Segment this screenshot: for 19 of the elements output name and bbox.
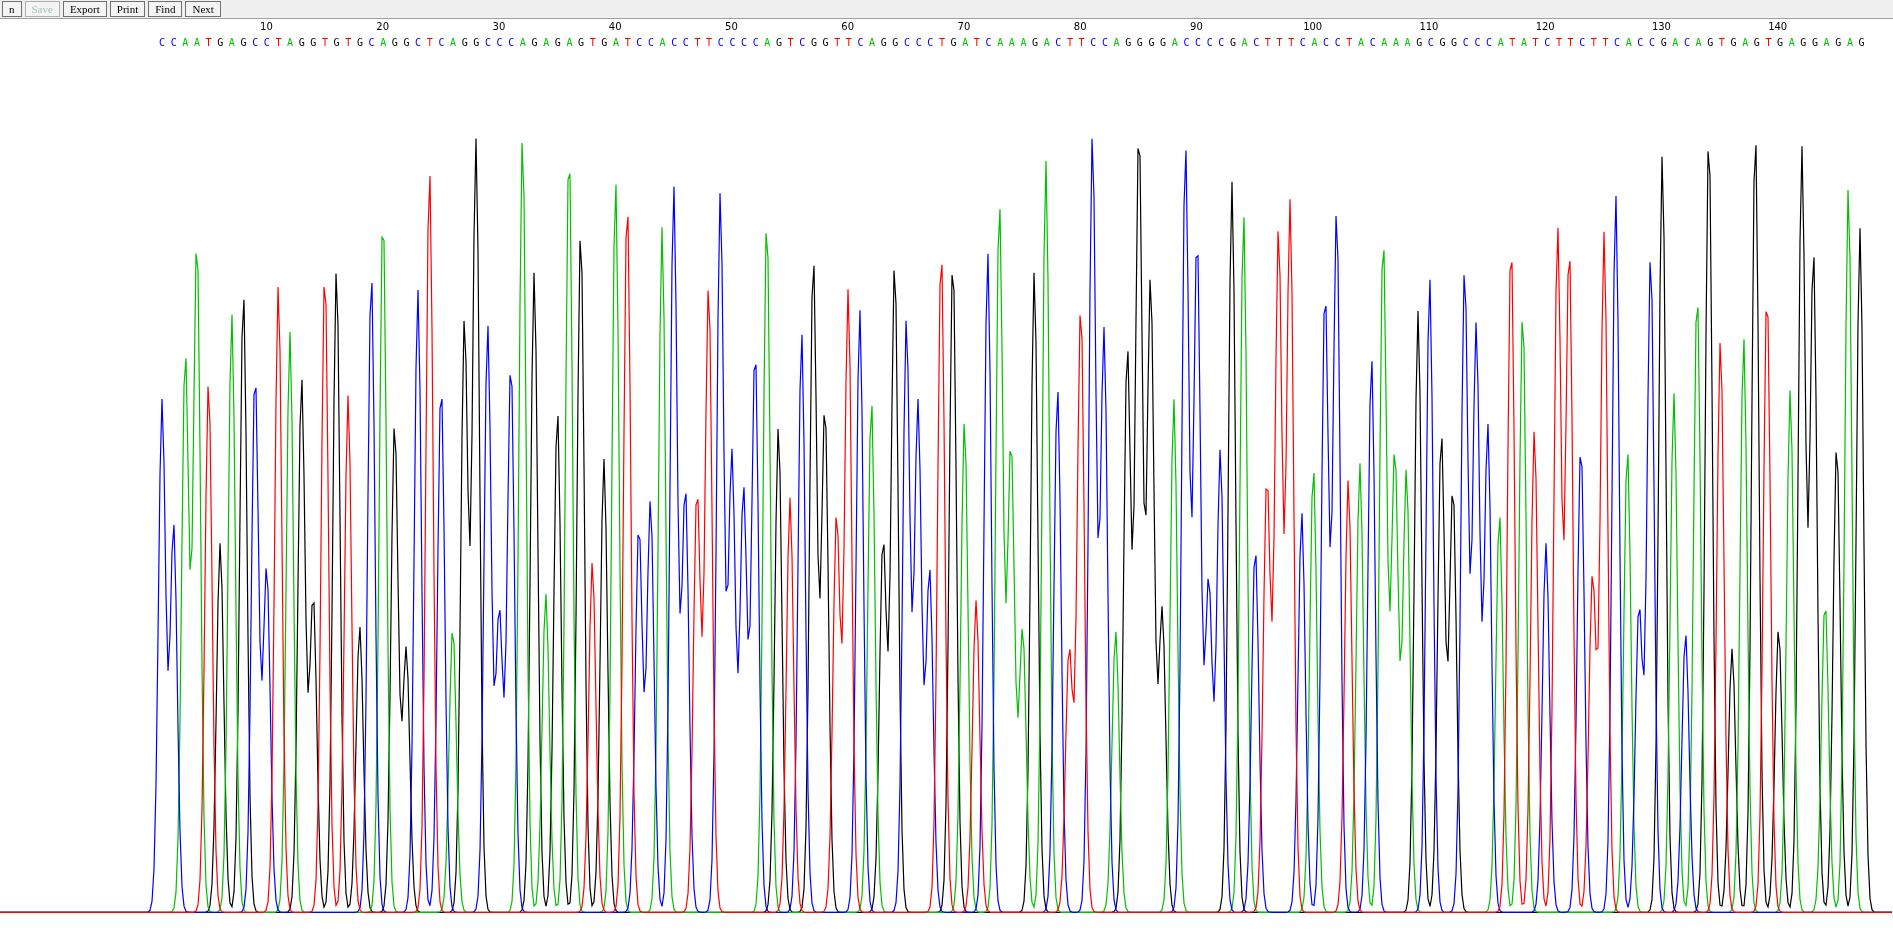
position-label: 140: [1767, 21, 1789, 34]
toolbar-button[interactable]: Export: [62, 1, 107, 17]
position-label: 80: [1072, 21, 1088, 34]
position-label: 70: [956, 21, 972, 34]
position-label: 110: [1418, 21, 1440, 34]
toolbar-button[interactable]: Next: [185, 1, 221, 17]
toolbar-button[interactable]: Find: [148, 1, 183, 17]
position-label: 100: [1302, 21, 1324, 34]
toolbar-button[interactable]: n: [2, 1, 22, 17]
position-label: 40: [607, 21, 623, 34]
position-label: 50: [724, 21, 739, 34]
position-label: 60: [840, 21, 856, 34]
position-label: 90: [1189, 21, 1204, 34]
position-label: 30: [491, 21, 507, 34]
position-label: 20: [375, 21, 391, 34]
position-label: 130: [1650, 21, 1672, 34]
position-label: 10: [259, 21, 274, 34]
toolbar-button[interactable]: Print: [109, 1, 146, 17]
position-label: 120: [1534, 21, 1556, 34]
